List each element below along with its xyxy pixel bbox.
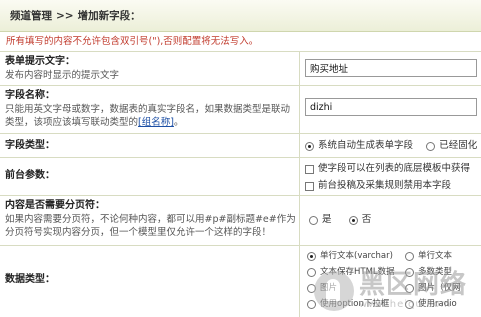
- watermark: 黑区网络 www.heiqu.com: [313, 270, 467, 311]
- form-hint-desc: 发布内容时显示的提示文字: [5, 70, 120, 81]
- data-type-varchar[interactable]: 单行文本(varchar): [307, 249, 393, 263]
- field-type-label: 字段类型：: [5, 140, 55, 151]
- field-type-option-auto[interactable]: 系统自动生成表单字段: [305, 139, 413, 153]
- field-type-option-fixed[interactable]: 已经固化: [426, 139, 477, 153]
- data-type-single-line[interactable]: 单行文本: [405, 249, 452, 263]
- checkbox-icon: [305, 164, 314, 174]
- checkbox-icon: [305, 181, 314, 191]
- frontend-params-row: 前台参数： 使字段可以在列表的底层模板中获得 前台投稿及采集规则禁用本字段: [0, 158, 481, 196]
- radio-selected-icon: [348, 215, 358, 225]
- list-template-checkbox[interactable]: 使字段可以在列表的底层模板中获得: [305, 162, 481, 176]
- form-hint-label: 表单提示文字：: [5, 56, 75, 67]
- field-name-desc-end: 。: [173, 117, 184, 128]
- form-hint-row: 表单提示文字： 发布内容时显示的提示文字: [0, 52, 481, 86]
- form-hint-input[interactable]: [305, 59, 477, 77]
- watermark-logo-icon: [313, 271, 354, 311]
- radio-selected-icon: [305, 141, 314, 151]
- field-name-label: 字段名称：: [5, 90, 55, 101]
- field-name-row: 字段名称： 只能用英文字母或数字，数据表的真实字段名，如果数据类型是联动类型，该…: [0, 86, 481, 134]
- radio-icon: [426, 141, 436, 151]
- radio-icon: [405, 251, 414, 261]
- field-name-input[interactable]: [305, 98, 477, 116]
- radio-icon: [309, 215, 318, 225]
- group-name-link[interactable]: [组名称]: [138, 117, 174, 128]
- breadcrumb: 频道管理 >> 增加新字段：: [0, 0, 481, 32]
- frontend-params-label: 前台参数：: [5, 170, 55, 181]
- watermark-brand: 黑区网络: [358, 270, 467, 300]
- warning-message: 所有填写的内容不允许包含双引号("),否则配置将无法写入。: [0, 32, 481, 52]
- paging-option-yes[interactable]: 是: [309, 213, 332, 227]
- disable-contribution-checkbox[interactable]: 前台投稿及采集规则禁用本字段: [305, 179, 481, 193]
- paging-desc: 如果内容需要分页符，不论何种内容，都可以用#p#副标题#e#作为分页符号实现内容…: [5, 214, 296, 238]
- paging-row: 内容是否需要分页符： 如果内容需要分页符，不论何种内容，都可以用#p#副标题#e…: [0, 196, 481, 246]
- paging-option-no[interactable]: 否: [348, 213, 371, 227]
- data-type-label: 数据类型：: [5, 274, 55, 285]
- paging-label: 内容是否需要分页符：: [5, 200, 105, 211]
- watermark-url: www.heiqu.com: [358, 299, 452, 310]
- breadcrumb-separator: >>: [56, 10, 74, 22]
- radio-selected-icon: [307, 251, 316, 261]
- page-title: 增加新字段：: [77, 10, 141, 22]
- field-type-row: 字段类型： 系统自动生成表单字段 已经固化: [0, 134, 481, 158]
- breadcrumb-section[interactable]: 频道管理: [10, 10, 52, 22]
